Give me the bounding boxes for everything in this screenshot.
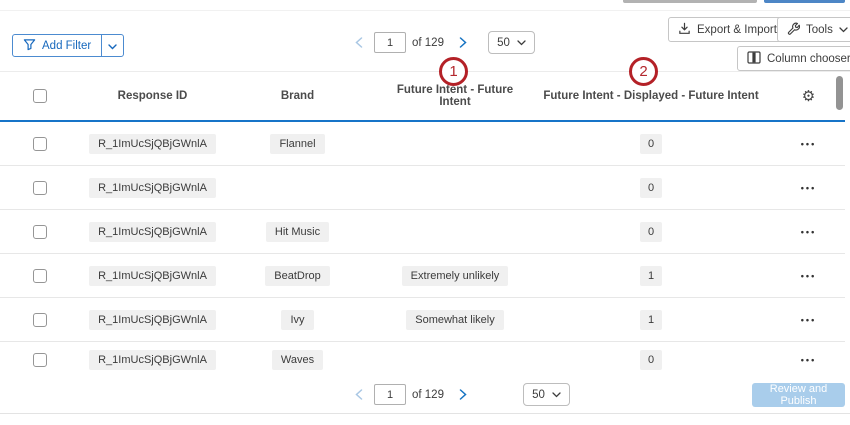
select-all-checkbox[interactable] bbox=[33, 89, 47, 103]
brand-cell[interactable]: Waves bbox=[272, 350, 323, 370]
page-size-value: 50 bbox=[532, 389, 545, 401]
column-header-future-intent[interactable]: Future Intent - Future Intent bbox=[380, 84, 530, 108]
response-id-cell[interactable]: R_1ImUcSjQBjGWnlA bbox=[89, 134, 216, 154]
row-checkbox[interactable] bbox=[33, 181, 47, 195]
displayed-cell[interactable]: 1 bbox=[640, 266, 662, 286]
row-checkbox[interactable] bbox=[33, 137, 47, 151]
add-filter-label: Add Filter bbox=[42, 40, 91, 52]
tools-button[interactable]: Tools bbox=[777, 17, 850, 42]
cutoff-gray-button-edge bbox=[623, 0, 757, 3]
response-id-cell[interactable]: R_1ImUcSjQBjGWnlA bbox=[89, 178, 216, 198]
page-number-input[interactable] bbox=[374, 32, 406, 53]
download-icon bbox=[678, 22, 691, 38]
response-id-cell[interactable]: R_1ImUcSjQBjGWnlA bbox=[89, 310, 216, 330]
wrench-icon bbox=[787, 22, 800, 38]
pagination-top: of 129 50 bbox=[352, 31, 535, 54]
brand-cell[interactable]: Ivy bbox=[281, 310, 313, 330]
row-actions-icon[interactable]: ••• bbox=[772, 315, 845, 325]
add-filter-button[interactable]: Add Filter bbox=[12, 34, 124, 57]
displayed-cell[interactable]: 0 bbox=[640, 350, 662, 370]
table-row: R_1ImUcSjQBjGWnlA Waves 0 ••• bbox=[0, 342, 845, 378]
column-chooser-label: Column chooser bbox=[767, 53, 850, 65]
next-page-button[interactable] bbox=[456, 389, 470, 400]
page-number-input[interactable] bbox=[374, 384, 406, 405]
data-and-analysis-page: Add Filter of 129 50 Export & Import bbox=[0, 0, 850, 425]
cutoff-blue-button-edge bbox=[764, 0, 845, 3]
filter-funnel-icon bbox=[23, 38, 36, 54]
chevron-down-icon bbox=[839, 24, 848, 36]
table-settings-gear-icon[interactable]: ⚙ bbox=[772, 87, 845, 105]
response-id-cell[interactable]: R_1ImUcSjQBjGWnlA bbox=[89, 222, 216, 242]
tools-label: Tools bbox=[806, 24, 833, 36]
previous-page-button[interactable] bbox=[352, 389, 366, 400]
page-count-label: of 129 bbox=[412, 37, 444, 49]
column-header-brand[interactable]: Brand bbox=[215, 90, 380, 102]
chevron-down-icon bbox=[552, 389, 561, 401]
response-id-cell[interactable]: R_1ImUcSjQBjGWnlA bbox=[89, 350, 216, 370]
next-page-button[interactable] bbox=[456, 37, 470, 48]
displayed-cell[interactable]: 0 bbox=[640, 134, 662, 154]
row-actions-icon[interactable]: ••• bbox=[772, 139, 845, 149]
row-checkbox[interactable] bbox=[33, 225, 47, 239]
page-size-select[interactable]: 50 bbox=[488, 31, 535, 54]
row-checkbox[interactable] bbox=[33, 353, 47, 367]
row-actions-icon[interactable]: ••• bbox=[772, 355, 845, 365]
top-divider bbox=[0, 10, 850, 11]
page-size-value: 50 bbox=[497, 37, 510, 49]
column-chooser-button[interactable]: Column chooser bbox=[737, 46, 850, 71]
footer-divider bbox=[0, 413, 850, 414]
brand-cell[interactable]: Hit Music bbox=[266, 222, 329, 242]
displayed-cell[interactable]: 1 bbox=[640, 310, 662, 330]
vertical-scrollbar[interactable] bbox=[836, 76, 843, 110]
columns-icon bbox=[747, 51, 761, 67]
response-id-cell[interactable]: R_1ImUcSjQBjGWnlA bbox=[89, 266, 216, 286]
chevron-down-icon bbox=[517, 37, 526, 49]
table-row: R_1ImUcSjQBjGWnlA Hit Music 0 ••• bbox=[0, 210, 845, 254]
export-import-label: Export & Import bbox=[697, 24, 777, 36]
row-checkbox[interactable] bbox=[33, 313, 47, 327]
add-filter-main[interactable]: Add Filter bbox=[13, 35, 101, 56]
add-filter-dropdown-toggle[interactable] bbox=[101, 35, 123, 56]
previous-page-button[interactable] bbox=[352, 37, 366, 48]
row-actions-icon[interactable]: ••• bbox=[772, 227, 845, 237]
brand-cell[interactable]: BeatDrop bbox=[265, 266, 329, 286]
page-size-select[interactable]: 50 bbox=[523, 383, 570, 406]
row-actions-icon[interactable]: ••• bbox=[772, 271, 845, 281]
chevron-down-icon bbox=[108, 37, 117, 55]
brand-cell[interactable]: Flannel bbox=[270, 134, 324, 154]
review-and-publish-button[interactable]: Review and Publish bbox=[752, 383, 845, 407]
column-header-response-id[interactable]: Response ID bbox=[90, 90, 215, 102]
table-row: R_1ImUcSjQBjGWnlA Ivy Somewhat likely 1 … bbox=[0, 298, 845, 342]
table-row: R_1ImUcSjQBjGWnlA 0 ••• bbox=[0, 166, 845, 210]
future-intent-cell[interactable]: Extremely unlikely bbox=[402, 266, 509, 286]
table-header-row: Response ID Brand Future Intent - Future… bbox=[0, 72, 845, 120]
table-body: R_1ImUcSjQBjGWnlA Flannel 0 ••• R_1ImUcS… bbox=[0, 122, 845, 378]
annotation-circle-2: 2 bbox=[629, 57, 658, 86]
future-intent-cell[interactable]: Somewhat likely bbox=[406, 310, 503, 330]
table-row: R_1ImUcSjQBjGWnlA Flannel 0 ••• bbox=[0, 122, 845, 166]
pagination-bottom: of 129 50 bbox=[352, 383, 570, 406]
table-row: R_1ImUcSjQBjGWnlA BeatDrop Extremely unl… bbox=[0, 254, 845, 298]
displayed-cell[interactable]: 0 bbox=[640, 178, 662, 198]
column-header-displayed-future-intent[interactable]: Future Intent - Displayed - Future Inten… bbox=[530, 90, 772, 102]
row-actions-icon[interactable]: ••• bbox=[772, 183, 845, 193]
page-count-label: of 129 bbox=[412, 389, 444, 401]
displayed-cell[interactable]: 0 bbox=[640, 222, 662, 242]
row-checkbox[interactable] bbox=[33, 269, 47, 283]
annotation-1-number: 1 bbox=[449, 63, 457, 80]
annotation-circle-1: 1 bbox=[439, 57, 468, 86]
annotation-2-number: 2 bbox=[639, 63, 647, 80]
